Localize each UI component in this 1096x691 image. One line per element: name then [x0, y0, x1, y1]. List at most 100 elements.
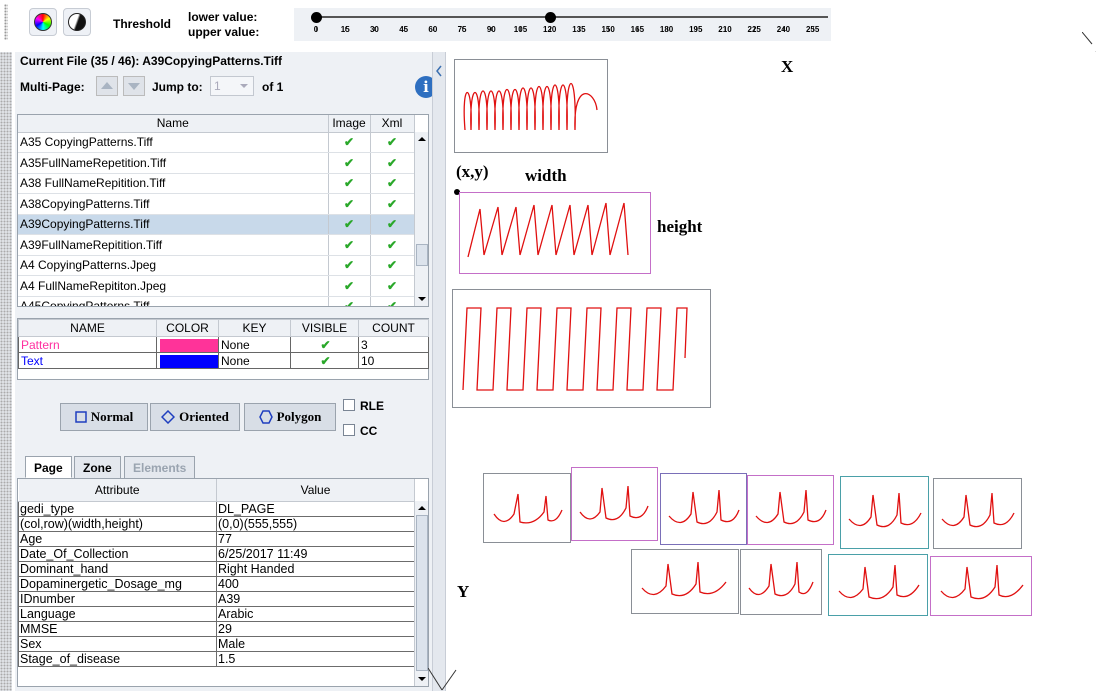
scroll-up-icon[interactable] — [415, 501, 429, 515]
column-header-visible[interactable]: VISIBLE — [290, 319, 359, 337]
text-zone[interactable] — [571, 467, 658, 541]
column-header-xml[interactable]: Xml — [370, 115, 415, 133]
pattern-zone[interactable] — [452, 289, 711, 408]
rle-checkbox[interactable] — [343, 399, 355, 411]
text-zone[interactable] — [828, 554, 928, 616]
table-row[interactable]: A4 FullNameRepititon.Jpeg ✔ ✔ — [18, 275, 415, 297]
attribute-value[interactable]: DL_PAGE — [216, 500, 415, 517]
visible-check-icon[interactable]: ✔ — [290, 352, 359, 369]
scroll-down-icon[interactable] — [415, 292, 429, 306]
pattern-zone[interactable] — [454, 59, 608, 153]
attribute-row[interactable]: Dominant_hand Right Handed — [18, 560, 415, 577]
column-header-layer-name[interactable]: NAME — [18, 319, 157, 337]
threshold-slider[interactable]: 0 15 30 45 60 75 90 105 120 135 150 165 180 195 210 225… — [294, 8, 831, 41]
normal-zone-button[interactable]: Normal — [60, 403, 148, 431]
polygon-zone-button[interactable]: Polygon — [244, 403, 336, 431]
column-header-count[interactable]: COUNT — [358, 319, 429, 337]
binary-mode-button[interactable] — [63, 8, 91, 36]
attribute-row[interactable]: Date_Of_Collection 6/25/2017 11:49 — [18, 545, 415, 562]
slider-tick-label: 225 — [747, 25, 761, 34]
cc-checkbox[interactable] — [343, 424, 355, 436]
column-header-key[interactable]: KEY — [218, 319, 291, 337]
width-label: width — [525, 166, 567, 185]
table-row[interactable]: A39FullNameRepitition.Tiff ✔ ✔ — [18, 234, 415, 256]
visible-check-icon[interactable]: ✔ — [290, 336, 359, 353]
layer-color-swatch[interactable] — [159, 354, 218, 368]
attribute-value[interactable]: 1.5 — [216, 650, 415, 667]
attribute-row[interactable]: Stage_of_disease 1.5 — [18, 650, 415, 667]
scroll-up-icon[interactable] — [415, 132, 429, 146]
attributes-scrollbar[interactable] — [414, 501, 429, 686]
attributes-scroll-thumb[interactable] — [416, 515, 428, 671]
column-header-image[interactable]: Image — [328, 115, 371, 133]
attribute-row[interactable]: Dopaminergetic_Dosage_mg 400 — [18, 575, 415, 592]
text-zone[interactable] — [660, 473, 747, 545]
tab-page[interactable]: Page — [25, 456, 72, 478]
table-row[interactable]: A38 FullNameRepitition.Tiff ✔ ✔ — [18, 173, 415, 194]
table-row[interactable]: A38CopyingPatterns.Tiff ✔ ✔ — [18, 193, 415, 215]
table-row[interactable]: A35FullNameRepetition.Tiff ✔ ✔ — [18, 152, 415, 174]
attribute-value[interactable]: Right Handed — [216, 560, 415, 577]
chevron-left-icon[interactable] — [433, 62, 445, 92]
upper-value-thumb[interactable] — [544, 12, 556, 23]
attribute-value[interactable]: 77 — [216, 530, 415, 547]
table-row[interactable]: A45CopyingPatterns.Tiff ✔ ✔ — [18, 296, 415, 306]
slider-ticks: 0 15 30 45 60 75 90 105 120 135 150 165 180 195 210 225… — [294, 25, 831, 34]
attribute-row[interactable]: Age 77 — [18, 530, 415, 547]
layer-key[interactable]: None — [218, 336, 291, 353]
tab-elements[interactable]: Elements — [124, 456, 196, 478]
table-row[interactable]: A4 CopyingPatterns.Jpeg ✔ ✔ — [18, 255, 415, 276]
column-header-attribute[interactable]: Attribute — [18, 479, 217, 502]
attribute-row[interactable]: Sex Male — [18, 635, 415, 652]
files-scrollbar[interactable] — [414, 132, 429, 306]
text-zone[interactable] — [840, 476, 929, 549]
slider-tick-label: 195 — [689, 25, 703, 34]
slider-tick-label: 120 — [543, 25, 557, 34]
slider-tick-label: 135 — [572, 25, 586, 34]
files-scroll-thumb[interactable] — [416, 244, 428, 266]
slider-track[interactable] — [316, 16, 828, 18]
pattern-zone[interactable] — [459, 192, 651, 274]
toolbar-grip[interactable] — [4, 4, 8, 40]
attribute-value[interactable]: 6/25/2017 11:49 — [216, 545, 415, 562]
layer-color-swatch[interactable] — [159, 338, 218, 352]
panel-splitter[interactable] — [432, 52, 446, 691]
lower-value-thumb[interactable] — [311, 12, 322, 23]
attribute-value[interactable]: (0,0)(555,555) — [216, 515, 415, 532]
table-row[interactable]: A39CopyingPatterns.Tiff ✔ ✔ — [18, 214, 415, 235]
attribute-row[interactable]: IDnumber A39 — [18, 590, 415, 607]
attribute-row[interactable]: MMSE 29 — [18, 620, 415, 637]
column-header-color[interactable]: COLOR — [156, 319, 219, 337]
attribute-value[interactable]: 400 — [216, 575, 415, 592]
text-zone[interactable] — [933, 478, 1022, 549]
attribute-row[interactable]: Language Arabic — [18, 605, 415, 622]
previous-page-button[interactable] — [96, 76, 118, 96]
oriented-zone-button[interactable]: Oriented — [150, 403, 240, 431]
attribute-row[interactable]: (col,row)(width,height) (0,0)(555,555) — [18, 515, 415, 532]
layer-key[interactable]: None — [218, 352, 291, 369]
next-page-button[interactable] — [123, 76, 145, 96]
column-header-value[interactable]: Value — [216, 479, 415, 502]
left-panel-grip[interactable] — [0, 52, 12, 691]
attribute-value[interactable]: Arabic — [216, 605, 415, 622]
attributes-table: Attribute Value gedi_type DL_PAGE (col,row… — [17, 478, 429, 687]
page-select[interactable]: 1 — [210, 76, 254, 96]
attribute-value[interactable]: Male — [216, 635, 415, 652]
text-zone[interactable] — [631, 549, 739, 614]
text-zone[interactable] — [930, 556, 1032, 616]
color-mode-button[interactable] — [29, 8, 57, 36]
tab-zone[interactable]: Zone — [74, 456, 121, 478]
scroll-down-icon[interactable] — [415, 672, 429, 686]
layer-row[interactable]: Text None ✔ 10 — [18, 352, 429, 369]
layer-name: Pattern — [18, 336, 157, 353]
document-canvas[interactable]: X Y (x,y) width height — [447, 52, 1096, 691]
attribute-value[interactable]: A39 — [216, 590, 415, 607]
attribute-row[interactable]: gedi_type DL_PAGE — [18, 500, 415, 517]
table-row[interactable]: A35 CopyingPatterns.Tiff ✔ ✔ — [18, 132, 415, 153]
attribute-value[interactable]: 29 — [216, 620, 415, 637]
text-zone[interactable] — [747, 475, 834, 545]
text-zone[interactable] — [483, 473, 571, 543]
column-header-name[interactable]: Name — [18, 115, 329, 133]
text-zone[interactable] — [740, 549, 822, 615]
layer-row[interactable]: Pattern None ✔ 3 — [18, 336, 429, 353]
